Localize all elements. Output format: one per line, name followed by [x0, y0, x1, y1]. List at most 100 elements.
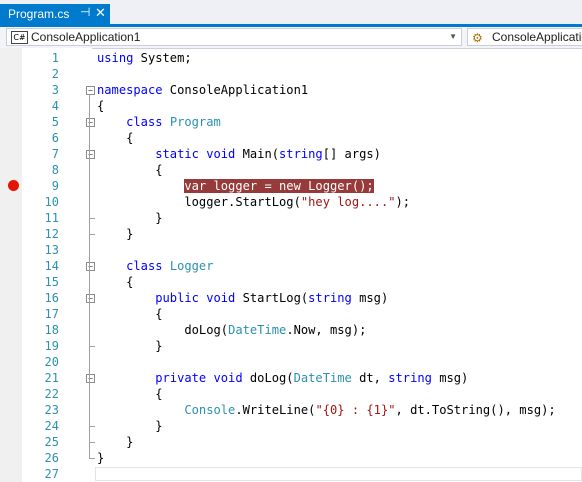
code-line[interactable]: 15 {: [0, 274, 582, 290]
code-token: private: [155, 371, 207, 385]
code-line[interactable]: 1 using System;: [0, 50, 582, 66]
code-token: class: [126, 259, 163, 273]
code-line[interactable]: 19 }: [0, 338, 582, 354]
code-line[interactable]: 23 Console.WriteLine("{0} : {1}", dt.ToS…: [0, 402, 582, 418]
outline-end-tick: [89, 234, 95, 235]
code-line[interactable]: 3 − namespace ConsoleApplication1: [0, 82, 582, 98]
code-line[interactable]: 20: [0, 354, 582, 370]
code-token: void: [206, 147, 236, 161]
class-icon: ⚙: [472, 31, 483, 45]
line-number: 17: [44, 307, 59, 321]
line-number: 25: [44, 435, 59, 449]
code-text: }: [97, 210, 163, 226]
code-line[interactable]: 12 }: [0, 226, 582, 242]
code-line[interactable]: 2: [0, 66, 582, 82]
type-dropdown[interactable]: ⚙ ConsoleApplication1: [467, 28, 582, 46]
outline-guide: [89, 94, 90, 458]
code-line[interactable]: 10 logger.StartLog("hey log....");: [0, 194, 582, 210]
line-number: 1: [51, 51, 59, 65]
code-token: {: [97, 99, 105, 113]
code-line[interactable]: 26}: [0, 450, 582, 466]
code-line[interactable]: 9 var logger = new Logger();: [0, 178, 582, 194]
code-line[interactable]: 24 }: [0, 418, 582, 434]
collapse-icon[interactable]: −: [86, 262, 95, 271]
code-token: void: [213, 371, 243, 385]
line-number: 20: [44, 355, 59, 369]
chevron-down-icon[interactable]: ▼: [449, 32, 457, 41]
line-number: 3: [51, 83, 59, 97]
code-line[interactable]: 21 − private void doLog(DateTime dt, stri…: [0, 370, 582, 386]
line-number: 2: [51, 67, 59, 81]
code-token: Program: [169, 115, 221, 129]
code-line[interactable]: 14 − class Logger: [0, 258, 582, 274]
code-token: }: [97, 435, 134, 449]
line-number: 11: [44, 211, 59, 225]
line-number: 21: [44, 371, 59, 385]
code-token: }: [97, 419, 163, 433]
project-dropdown[interactable]: C# ConsoleApplication1 ▼: [6, 28, 462, 46]
tab-program-cs[interactable]: Program.cs ⊣ ✕: [0, 4, 110, 24]
code-token: void: [206, 291, 236, 305]
code-token: DateTime: [293, 371, 352, 385]
code-line[interactable]: 4{: [0, 98, 582, 114]
current-line-indicator: [95, 467, 582, 481]
line-number: 26: [44, 451, 59, 465]
line-number: 6: [51, 131, 59, 145]
code-token: [] args): [322, 147, 381, 161]
collapse-icon[interactable]: −: [86, 150, 95, 159]
code-token: string: [279, 147, 323, 161]
code-token: }: [97, 451, 105, 465]
code-token: DateTime: [228, 323, 287, 337]
code-line[interactable]: 18 doLog(DateTime.Now, msg);: [0, 322, 582, 338]
collapse-icon[interactable]: −: [86, 294, 95, 303]
breakpoint-icon[interactable]: [8, 180, 19, 191]
code-line[interactable]: 6 {: [0, 130, 582, 146]
code-token: msg): [431, 371, 469, 385]
csharp-project-icon: C#: [11, 31, 28, 44]
code-editor[interactable]: 1 using System; 2 3− namespace ConsoleApplic…: [0, 48, 582, 482]
code-line[interactable]: 25 }: [0, 434, 582, 450]
code-token: ConsoleApplication1: [162, 83, 309, 97]
code-line[interactable]: 16 − public void StartLog(string msg): [0, 290, 582, 306]
code-token: doLog(: [242, 371, 294, 385]
tab-title: Program.cs: [8, 7, 70, 21]
code-token: static: [155, 147, 199, 161]
code-token: dt,: [351, 371, 389, 385]
collapse-icon[interactable]: −: [86, 118, 95, 127]
code-line[interactable]: 8 {: [0, 162, 582, 178]
code-line[interactable]: 7 − static void Main(string[] args): [0, 146, 582, 162]
code-token: }: [97, 211, 163, 225]
line-number: 18: [44, 323, 59, 337]
code-token: System;: [133, 51, 192, 65]
code-token: "hey log....": [300, 195, 396, 209]
collapse-icon[interactable]: −: [86, 374, 95, 383]
document-tab-strip: Program.cs ⊣ ✕: [0, 0, 582, 24]
outline-end-tick: [89, 426, 95, 427]
outline-end-tick: [89, 442, 95, 443]
line-number: 14: [44, 259, 59, 273]
pin-icon[interactable]: ⊣: [80, 5, 90, 19]
code-text: {: [97, 162, 162, 178]
code-line[interactable]: 17 {: [0, 306, 582, 322]
code-line[interactable]: 5 − class Program: [0, 114, 582, 130]
collapse-icon[interactable]: −: [86, 86, 95, 95]
line-number: 4: [51, 99, 59, 113]
code-line[interactable]: 13: [0, 242, 582, 258]
code-token: Console: [184, 403, 236, 417]
code-text: {: [97, 306, 162, 322]
code-text: class Logger: [97, 258, 213, 274]
code-line[interactable]: 11 }: [0, 210, 582, 226]
code-line[interactable]: 22 {: [0, 386, 582, 402]
close-icon[interactable]: ✕: [95, 5, 106, 21]
code-text: }: [97, 418, 163, 434]
breakpoint-highlight: var logger = new Logger();: [184, 179, 374, 193]
type-dropdown-value: ConsoleApplication1: [492, 30, 582, 44]
code-token: using: [97, 51, 134, 65]
code-token: }: [97, 339, 163, 353]
outline-end-tick: [89, 218, 95, 219]
